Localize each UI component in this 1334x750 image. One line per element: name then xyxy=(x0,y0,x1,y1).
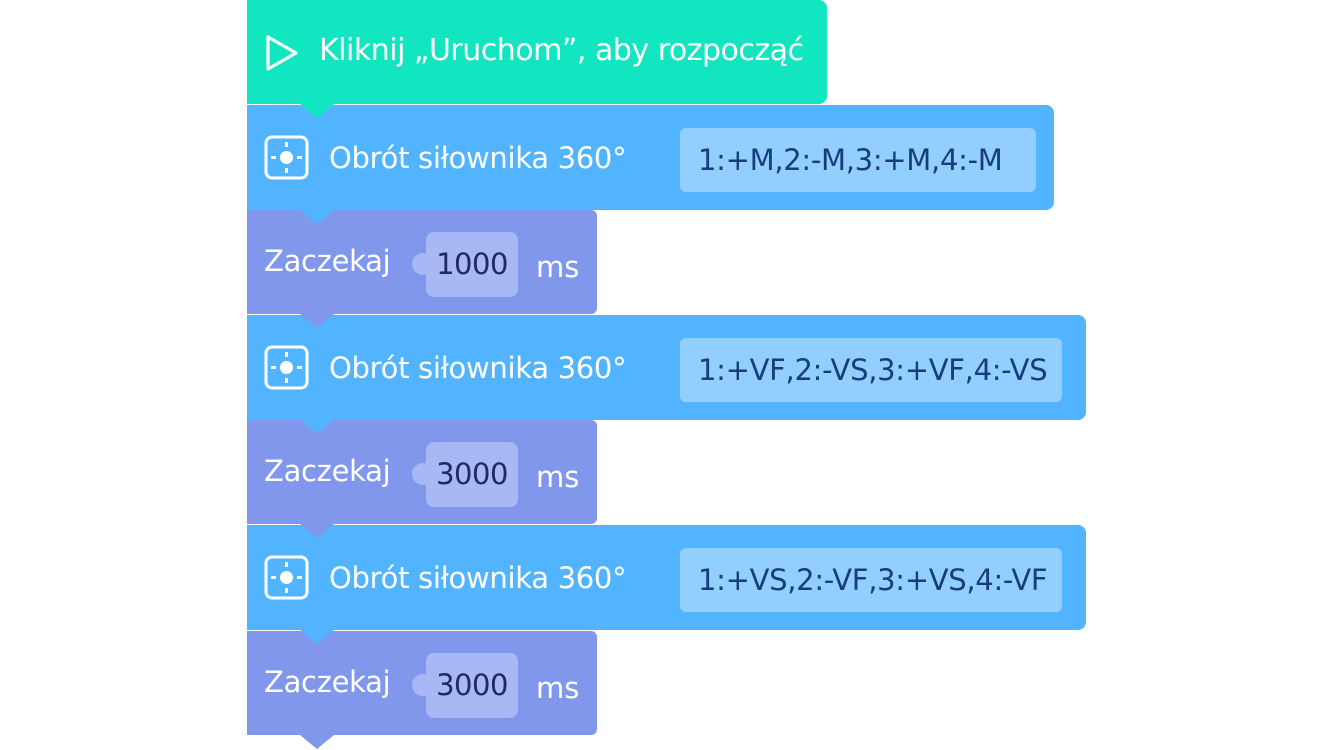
block-connector xyxy=(300,420,334,434)
wait-duration-field[interactable]: 1000 xyxy=(412,232,518,297)
wait-unit-label: ms xyxy=(536,460,580,494)
rotation-value-field[interactable]: 1:+M,2:-M,3:+M,4:-M xyxy=(680,128,1036,192)
wait-duration-field[interactable]: 3000 xyxy=(412,442,518,507)
rotation-value-field[interactable]: 1:+VS,2:-VF,3:+VS,4:-VF xyxy=(680,548,1062,612)
start-block-label: Kliknij „Uruchom”, aby rozpocząć xyxy=(319,33,804,68)
rotation-block-label: Obrót siłownika 360° xyxy=(329,141,627,175)
rotation-block-label: Obrót siłownika 360° xyxy=(329,561,627,595)
rotation-block-label: Obrót siłownika 360° xyxy=(329,351,627,385)
servo-icon xyxy=(264,345,309,390)
wait-block-label: Zaczekaj xyxy=(264,454,391,488)
rotation-block[interactable]: Obrót siłownika 360° 1:+VS,2:-VF,3:+VS,4… xyxy=(247,525,1086,644)
wait-block[interactable]: Zaczekaj 1000 ms xyxy=(247,210,597,328)
block-connector xyxy=(300,314,334,328)
rotation-value-field[interactable]: 1:+VF,2:-VS,3:+VF,4:-VS xyxy=(680,338,1062,402)
block-connector xyxy=(300,210,334,224)
rotation-block[interactable]: Obrót siłownika 360° 1:+M,2:-M,3:+M,4:-M xyxy=(247,105,1054,224)
block-connector xyxy=(300,104,334,118)
wait-block[interactable]: Zaczekaj 3000 ms xyxy=(247,631,597,749)
block-connector xyxy=(300,735,334,749)
wait-block-label: Zaczekaj xyxy=(264,665,391,699)
wait-unit-label: ms xyxy=(536,671,580,705)
wait-block[interactable]: Zaczekaj 3000 ms xyxy=(247,420,597,538)
servo-icon xyxy=(264,555,309,600)
block-connector xyxy=(300,630,334,644)
rotation-block[interactable]: Obrót siłownika 360° 1:+VF,2:-VS,3:+VF,4… xyxy=(247,315,1086,434)
play-icon xyxy=(266,35,298,71)
servo-icon xyxy=(264,135,309,180)
wait-block-label: Zaczekaj xyxy=(264,244,391,278)
block-connector xyxy=(300,524,334,538)
wait-unit-label: ms xyxy=(536,250,580,284)
wait-duration-field[interactable]: 3000 xyxy=(412,653,518,718)
start-block[interactable]: Kliknij „Uruchom”, aby rozpocząć xyxy=(247,0,827,118)
